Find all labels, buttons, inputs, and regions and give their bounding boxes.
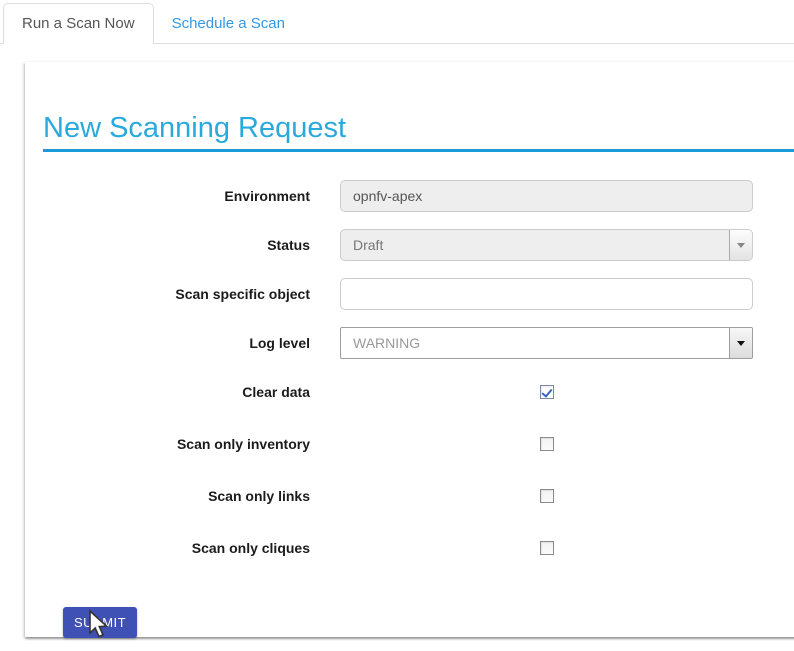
tab-bar: Run a Scan Now Schedule a Scan xyxy=(0,0,794,44)
page-title: New Scanning Request xyxy=(43,112,794,152)
scan-only-inventory-label: Scan only inventory xyxy=(43,436,310,452)
status-label: Status xyxy=(43,237,310,253)
scan-only-links-label: Scan only links xyxy=(43,488,310,504)
tab-run-a-scan-now[interactable]: Run a Scan Now xyxy=(3,3,154,44)
tab-schedule-a-scan[interactable]: Schedule a Scan xyxy=(157,4,300,43)
log-level-label: Log level xyxy=(43,335,310,351)
scan-only-links-checkbox[interactable] xyxy=(540,489,554,503)
environment-label: Environment xyxy=(43,188,310,204)
scan-only-cliques-label: Scan only cliques xyxy=(43,540,310,556)
scan-request-form: Environment Status Draft Scan specific o… xyxy=(43,180,794,638)
environment-input xyxy=(340,180,753,212)
log-level-row: Log level WARNING xyxy=(43,327,794,359)
chevron-down-icon xyxy=(729,230,752,260)
clear-data-label: Clear data xyxy=(43,384,310,400)
scan-only-cliques-row: Scan only cliques xyxy=(43,532,794,564)
scan-only-cliques-checkbox[interactable] xyxy=(540,541,554,555)
status-row: Status Draft xyxy=(43,229,794,261)
chevron-down-icon xyxy=(729,328,752,358)
scan-specific-object-row: Scan specific object xyxy=(43,278,794,310)
scan-only-inventory-checkbox[interactable] xyxy=(540,437,554,451)
log-level-select[interactable]: WARNING xyxy=(340,327,753,359)
log-level-select-value: WARNING xyxy=(341,335,729,351)
scan-only-links-row: Scan only links xyxy=(43,480,794,512)
clear-data-checkbox[interactable] xyxy=(540,385,554,399)
status-select: Draft xyxy=(340,229,753,261)
scan-specific-object-label: Scan specific object xyxy=(43,286,310,302)
environment-row: Environment xyxy=(43,180,794,212)
status-select-value: Draft xyxy=(341,237,729,253)
scan-specific-object-input[interactable] xyxy=(340,278,753,310)
clear-data-row: Clear data xyxy=(43,376,794,408)
submit-button[interactable]: SUBMIT xyxy=(63,607,137,638)
new-scanning-request-card: New Scanning Request Environment Status … xyxy=(25,62,794,637)
scan-only-inventory-row: Scan only inventory xyxy=(43,428,794,460)
